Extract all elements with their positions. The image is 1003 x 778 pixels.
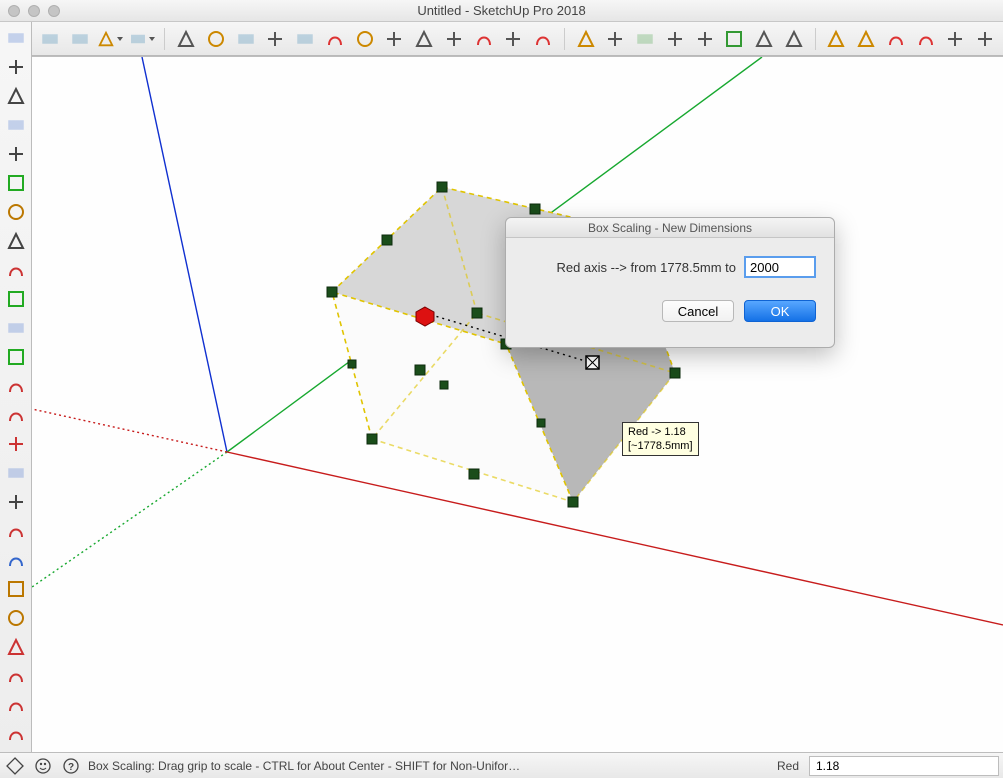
vcb-label: Red (777, 759, 799, 773)
tape-tool[interactable] (383, 26, 407, 52)
tape2-tool[interactable] (2, 372, 30, 400)
view-left[interactable] (973, 26, 997, 52)
offset2-tool[interactable] (2, 343, 30, 371)
left-toolbar (0, 22, 32, 752)
line-tool[interactable] (2, 53, 30, 81)
circle-tool[interactable] (2, 111, 30, 139)
followme-tool[interactable] (353, 26, 377, 52)
scale-tool[interactable] (323, 26, 347, 52)
rotate-tool[interactable] (293, 26, 317, 52)
tooltip-line2: [~1778.5mm] (628, 440, 693, 452)
scene-tool[interactable] (2, 720, 30, 748)
protractor-tool[interactable] (2, 430, 30, 458)
eraser-tool[interactable] (38, 26, 62, 52)
paint-tool[interactable] (472, 26, 496, 52)
cancel-button[interactable]: Cancel (662, 300, 734, 322)
ok-button[interactable]: OK (744, 300, 816, 322)
orbit-tool[interactable] (531, 26, 555, 52)
green-axis-neg (32, 452, 227, 587)
new-dimension-input[interactable] (744, 256, 816, 278)
offset-tool[interactable] (234, 26, 258, 52)
zoom-tool[interactable] (604, 26, 628, 52)
pushpull-tool[interactable] (204, 26, 228, 52)
status-bar: ? Box Scaling: Drag grip to scale - CTRL… (0, 752, 1003, 778)
red-axis-pos (227, 452, 1003, 625)
view-front[interactable] (884, 26, 908, 52)
dialog-prompt: Red axis --> from 1778.5mm to (556, 260, 736, 275)
look2-tool[interactable] (2, 691, 30, 719)
select-tool[interactable] (2, 24, 30, 52)
orbit2-tool[interactable] (2, 459, 30, 487)
scale-grip-tooltip: Red -> 1.18 [~1778.5mm] (622, 422, 699, 456)
viewport-3d[interactable]: Red -> 1.18 [~1778.5mm] Box Scaling - Ne… (32, 56, 1003, 752)
view-iso[interactable] (825, 26, 849, 52)
zoom-extents-tool[interactable] (633, 26, 657, 52)
pencil-tool[interactable] (68, 26, 92, 52)
zoom-extents2-tool[interactable] (2, 575, 30, 603)
status-hint: Box Scaling: Drag grip to scale - CTRL f… (88, 759, 771, 773)
view-top[interactable] (854, 26, 878, 52)
credits-icon[interactable] (32, 755, 54, 777)
arc2-tool[interactable] (2, 140, 30, 168)
move2-tool[interactable] (2, 256, 30, 284)
axes2-tool[interactable] (2, 401, 30, 429)
top-toolbar (0, 22, 1003, 56)
rectangle-tool[interactable] (2, 82, 30, 110)
blue-axis (142, 57, 227, 452)
dialog-title: Box Scaling - New Dimensions (506, 218, 834, 238)
component-tool[interactable] (752, 26, 776, 52)
pan-tool[interactable] (574, 26, 598, 52)
help-icon[interactable]: ? (60, 755, 82, 777)
rectangle-tool[interactable] (174, 26, 198, 52)
titlebar: Untitled - SketchUp Pro 2018 (0, 0, 1003, 22)
geolocation-icon[interactable] (4, 755, 26, 777)
toolbar-separator (815, 28, 816, 50)
window-title: Untitled - SketchUp Pro 2018 (0, 3, 1003, 18)
red-axis-neg (32, 409, 227, 452)
toolbar-separator (564, 28, 565, 50)
view-back[interactable] (944, 26, 968, 52)
view-right[interactable] (914, 26, 938, 52)
pushpull2-tool[interactable] (2, 227, 30, 255)
rotate2-tool[interactable] (2, 285, 30, 313)
freehand-tool[interactable] (2, 198, 30, 226)
section2-tool[interactable] (2, 604, 30, 632)
scale2-tool[interactable] (2, 314, 30, 342)
box-scaling-dialog: Box Scaling - New Dimensions Red axis --… (505, 217, 835, 348)
axes-tool[interactable] (501, 26, 525, 52)
move-tool[interactable] (264, 26, 288, 52)
warehouse-tool[interactable] (782, 26, 806, 52)
zoom2-tool[interactable] (2, 517, 30, 545)
walk2-tool[interactable] (2, 662, 30, 690)
dimension-tool[interactable] (412, 26, 436, 52)
look-tool[interactable] (693, 26, 717, 52)
polygon-tool[interactable] (2, 169, 30, 197)
section-tool[interactable] (723, 26, 747, 52)
walk-tool[interactable] (663, 26, 687, 52)
svg-text:?: ? (68, 762, 74, 773)
text-tool[interactable] (442, 26, 466, 52)
tooltip-line1: Red -> 1.18 (628, 426, 686, 438)
zoom-window-tool[interactable] (2, 546, 30, 574)
position-camera-tool[interactable] (2, 633, 30, 661)
shapes-tool[interactable] (129, 26, 155, 52)
toolbar-separator (164, 28, 165, 50)
measurements-input[interactable] (809, 756, 999, 776)
active-scale-grip[interactable] (586, 356, 599, 369)
pan2-tool[interactable] (2, 488, 30, 516)
arc-tool[interactable] (97, 26, 123, 52)
